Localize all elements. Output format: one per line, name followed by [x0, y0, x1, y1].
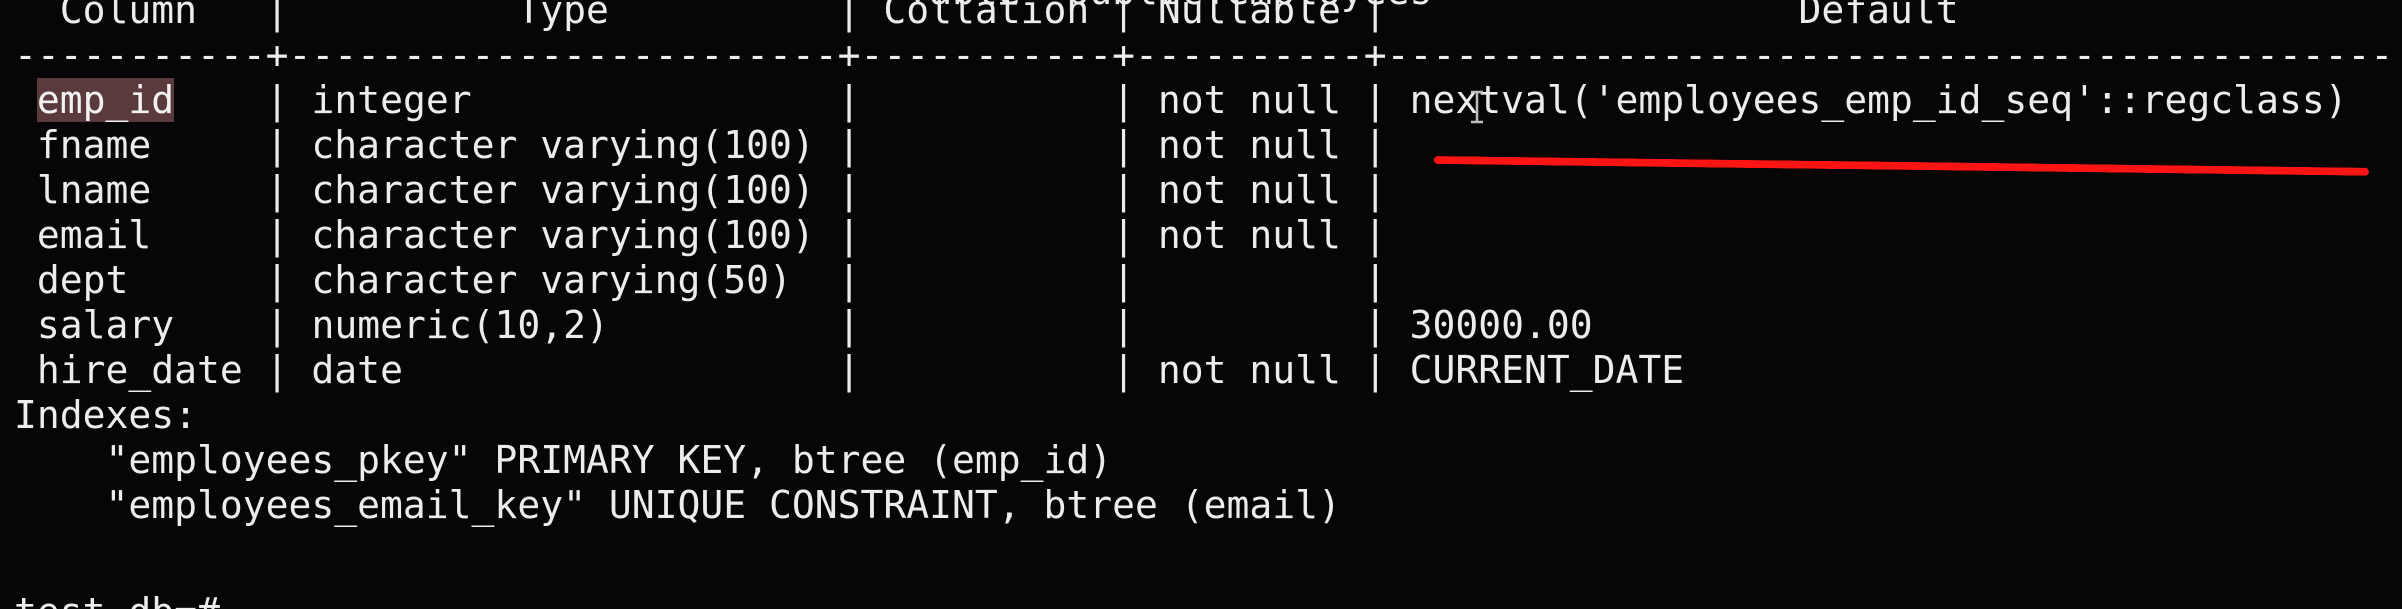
- row-cells: | integer | | not null | nextval('employ…: [174, 78, 2348, 122]
- row-cells: | character varying(100) | | not null |: [151, 168, 1410, 212]
- table-row: dept | character varying(50) | | |: [14, 258, 1410, 303]
- table-separator: -----------+------------------------+---…: [14, 33, 2394, 77]
- annotation-underline: [1433, 156, 2369, 176]
- row-padding: [14, 348, 37, 392]
- row-padding: [14, 303, 37, 347]
- text-cursor-icon: [1468, 90, 1486, 124]
- table-row: hire_date | date | | not null | CURRENT_…: [14, 348, 1684, 393]
- index-item: "employees_pkey" PRIMARY KEY, btree (emp…: [14, 438, 1113, 482]
- table-header: Column | Type | Collation | Nullable | D…: [14, 0, 2394, 32]
- row-cells: | character varying(100) | | not null |: [151, 213, 1410, 257]
- row-cells: | character varying(50) | | |: [128, 258, 1410, 302]
- column-name-cell[interactable]: emp_id: [36, 78, 175, 122]
- row-cells: | date | | not null | CURRENT_DATE: [242, 348, 1685, 392]
- row-padding: [14, 123, 37, 167]
- row-padding: [14, 258, 37, 302]
- index-item: "employees_email_key" UNIQUE CONSTRAINT,…: [14, 483, 1341, 527]
- table-row: lname | character varying(100) | | not n…: [14, 168, 1410, 213]
- column-name-cell: dept: [36, 258, 129, 302]
- column-name-cell: lname: [36, 168, 152, 212]
- shell-prompt[interactable]: test_db=#: [14, 590, 220, 609]
- table-row: emp_id | integer | | not null | nextval(…: [14, 78, 2348, 123]
- row-padding: [14, 78, 37, 122]
- column-name-cell: email: [36, 213, 152, 257]
- indexes-label: Indexes:: [14, 393, 198, 437]
- row-padding: [14, 168, 37, 212]
- table-row: email | character varying(100) | | not n…: [14, 213, 1410, 258]
- table-row: fname | character varying(100) | | not n…: [14, 123, 1410, 168]
- terminal-window[interactable]: Table "public.employees" Column | Type |…: [0, 0, 2402, 609]
- column-name-cell: fname: [36, 123, 152, 167]
- column-name-cell: salary: [36, 303, 175, 347]
- column-name-cell: hire_date: [36, 348, 243, 392]
- row-padding: [14, 213, 37, 257]
- table-row: salary | numeric(10,2) | | | 30000.00: [14, 303, 1593, 348]
- row-cells: | character varying(100) | | not null |: [151, 123, 1410, 167]
- row-cells: | numeric(10,2) | | | 30000.00: [174, 303, 1593, 347]
